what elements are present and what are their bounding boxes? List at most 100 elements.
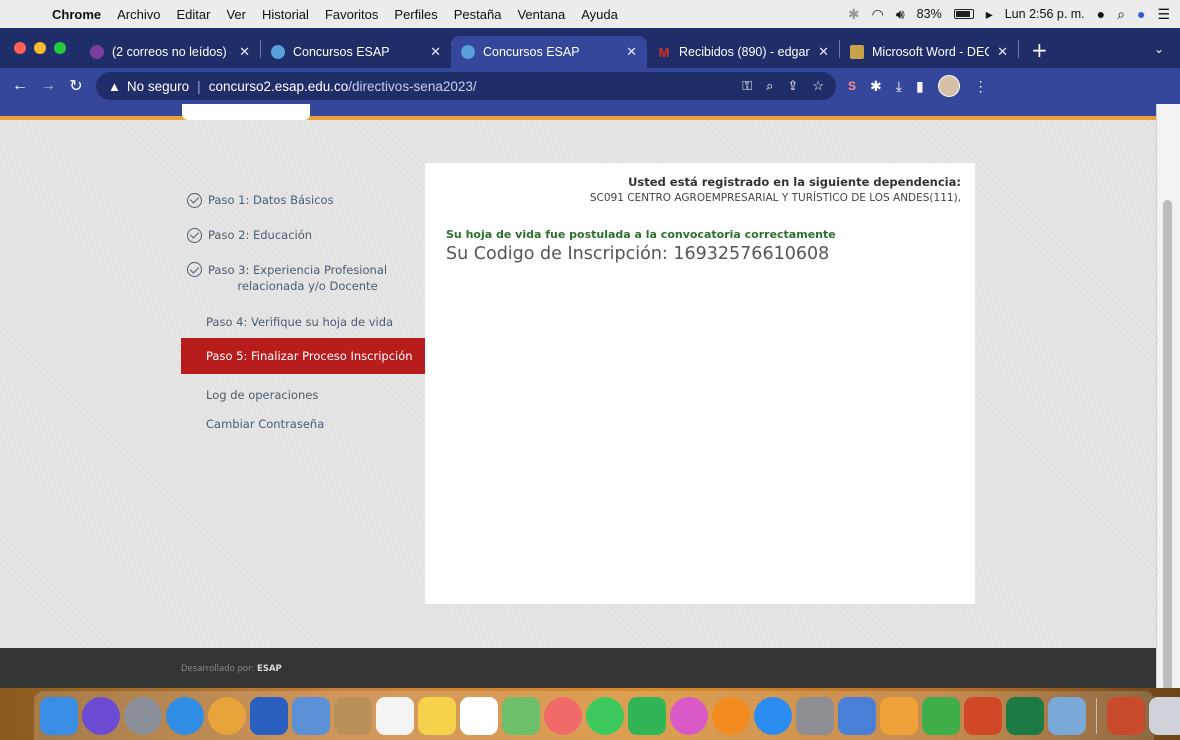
powerpoint-icon[interactable] <box>964 697 1002 735</box>
menu-app-name[interactable]: Chrome <box>44 7 109 22</box>
steps-sidebar: Paso 1: Datos Básicos Paso 2: Educación … <box>181 182 426 439</box>
close-tab-icon[interactable]: ✕ <box>997 44 1008 60</box>
volume-icon[interactable]: 🔊︎ <box>896 6 905 23</box>
excel-icon[interactable] <box>1006 697 1044 735</box>
tab-concursos-esap-active[interactable]: Concursos ESAP ✕ <box>451 36 647 68</box>
chrome-icon[interactable] <box>208 697 246 735</box>
step-label: Log de operaciones <box>206 387 319 402</box>
bookmark-star-icon[interactable]: ☆ <box>812 78 824 94</box>
launchpad-icon[interactable] <box>124 697 162 735</box>
skype-extension-icon[interactable]: S <box>848 79 856 93</box>
check-circle-icon <box>187 227 202 243</box>
step-label: Cambiar Contraseña <box>206 417 325 431</box>
notification-center-icon[interactable]: ☰ <box>1157 6 1170 23</box>
menu-perfiles[interactable]: Perfiles <box>386 7 445 22</box>
siri-icon[interactable] <box>82 697 120 735</box>
scrollbar-thumb[interactable] <box>1163 200 1172 690</box>
battery-icon[interactable] <box>953 9 974 19</box>
key-icon[interactable]: ⚿ <box>742 78 752 94</box>
messages-icon[interactable] <box>586 697 624 735</box>
zoom-window-button[interactable] <box>54 42 66 54</box>
menu-historial[interactable]: Historial <box>254 7 317 22</box>
menu-ventana[interactable]: Ventana <box>509 7 573 22</box>
maps-icon[interactable] <box>502 697 540 735</box>
menu-favoritos[interactable]: Favoritos <box>317 7 386 22</box>
share-icon[interactable]: ⇪ <box>787 78 798 94</box>
facetime-icon[interactable] <box>628 697 666 735</box>
sidebar-step-5-active[interactable]: Paso 5: Finalizar Proceso Inscripción <box>181 338 426 374</box>
menu-ver[interactable]: Ver <box>218 7 254 22</box>
step-label: Paso 3: Experiencia Profesional relacion… <box>208 262 387 294</box>
zoom-icon[interactable]: ⌕ <box>766 78 773 94</box>
books-icon[interactable] <box>712 697 750 735</box>
itunes-icon[interactable] <box>670 697 708 735</box>
tab-concursos-esap-1[interactable]: Concursos ESAP ✕ <box>261 36 451 68</box>
warning-triangle-icon[interactable]: ▲ <box>108 79 121 94</box>
menu-archivo[interactable]: Archivo <box>109 7 168 22</box>
calendar-icon[interactable] <box>376 697 414 735</box>
bluetooth-icon[interactable]: ✱ <box>848 6 860 23</box>
menubar-clock[interactable]: Lun 2:56 p. m. <box>1005 7 1085 21</box>
download-icon[interactable]: ⤓ <box>896 78 902 95</box>
appstore-icon[interactable] <box>754 697 792 735</box>
tab-gmail-unread[interactable]: (2 correos no leídos) - edg ✕ <box>80 36 260 68</box>
gmail-icon: M <box>658 44 670 60</box>
menu-editar[interactable]: Editar <box>168 7 218 22</box>
menu-pestana[interactable]: Pestaña <box>446 7 510 22</box>
screen: Chrome Archivo Editar Ver Historial Favo… <box>0 0 1180 740</box>
tab-gmail-recibidos[interactable]: M Recibidos (890) - edgar.g ✕ <box>647 36 839 68</box>
tab-microsoft-word[interactable]: Microsoft Word - DECRET ✕ <box>840 36 1018 68</box>
close-window-button[interactable] <box>14 42 26 54</box>
finder-icon[interactable] <box>40 697 78 735</box>
mail-preview-icon[interactable] <box>1048 697 1086 735</box>
spotlight-search-icon[interactable]: ⌕ <box>1117 6 1125 23</box>
reload-icon[interactable]: ↻ <box>62 76 90 96</box>
keynote-icon[interactable] <box>838 697 876 735</box>
menu-ayuda[interactable]: Ayuda <box>573 7 626 22</box>
numbers-icon[interactable] <box>922 697 960 735</box>
tab-search-chevron-icon[interactable]: ⌄ <box>1154 42 1180 68</box>
safari-icon[interactable] <box>166 697 204 735</box>
user-icon[interactable]: ● <box>1097 6 1105 22</box>
sidebar-step-1[interactable]: Paso 1: Datos Básicos <box>181 182 426 218</box>
browser-tab-strip: (2 correos no leídos) - edg ✕ Concursos … <box>0 28 1180 68</box>
forward-arrow-icon[interactable]: → <box>34 77 62 95</box>
stack-icon[interactable] <box>1107 697 1145 735</box>
profile-avatar[interactable] <box>937 75 960 97</box>
side-panel-icon[interactable]: ▮ <box>916 78 924 95</box>
address-bar[interactable]: ▲ No seguro | concurso2.esap.edu.co/dire… <box>96 72 836 100</box>
check-circle-icon <box>187 192 202 208</box>
preview-icon[interactable] <box>292 697 330 735</box>
sidebar-log-operaciones[interactable]: Log de operaciones <box>181 374 426 409</box>
extensions-puzzle-icon[interactable]: ✱ <box>870 78 882 95</box>
pages-icon[interactable] <box>880 697 918 735</box>
more-menu-icon[interactable]: ⋮ <box>974 78 988 95</box>
tab-title: Concursos ESAP <box>293 45 390 59</box>
security-status[interactable]: No seguro <box>127 79 189 94</box>
new-tab-plus-icon[interactable]: + <box>1019 38 1060 68</box>
sidebar-step-2[interactable]: Paso 2: Educación <box>181 218 426 252</box>
back-arrow-icon[interactable]: ← <box>6 77 34 95</box>
sidebar-cambiar-contrasena[interactable]: Cambiar Contraseña <box>181 409 426 439</box>
close-tab-icon[interactable]: ✕ <box>239 44 250 60</box>
airplay-icon[interactable]: ▸ <box>986 6 993 23</box>
close-tab-icon[interactable]: ✕ <box>626 44 637 60</box>
siri-menubar-icon[interactable]: ● <box>1137 6 1145 22</box>
contacts-icon[interactable] <box>334 697 372 735</box>
wifi-icon[interactable]: ◠ <box>872 6 884 23</box>
omnibox-actions: ⚿ ⌕ ⇪ ☆ <box>742 78 824 94</box>
system-preferences-icon[interactable] <box>796 697 834 735</box>
site-logo-area[interactable] <box>182 104 310 120</box>
close-tab-icon[interactable]: ✕ <box>818 44 829 60</box>
footer-brand[interactable]: ESAP <box>257 664 282 674</box>
photos-icon[interactable] <box>544 697 582 735</box>
sidebar-step-3[interactable]: Paso 3: Experiencia Profesional relacion… <box>181 252 426 300</box>
close-tab-icon[interactable]: ✕ <box>430 44 441 60</box>
minimize-window-button[interactable] <box>34 42 46 54</box>
word-icon[interactable] <box>250 697 288 735</box>
sidebar-step-4[interactable]: Paso 4: Verifique su hoja de vida <box>181 300 426 338</box>
notes-icon[interactable] <box>418 697 456 735</box>
trash-icon[interactable] <box>1149 697 1180 735</box>
reminders-icon[interactable] <box>460 697 498 735</box>
mac-menubar: Chrome Archivo Editar Ver Historial Favo… <box>0 0 1180 28</box>
